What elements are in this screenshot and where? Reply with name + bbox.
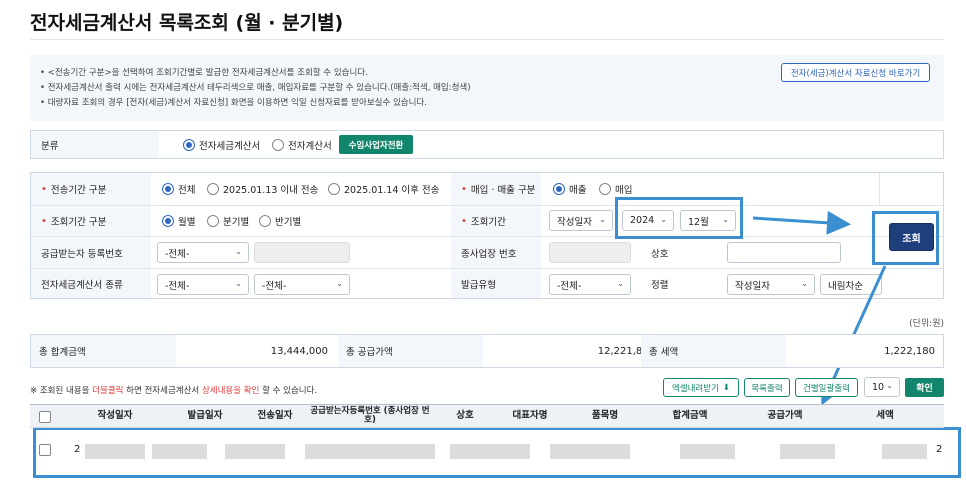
redacted-cell <box>550 444 630 459</box>
arrow-to-search <box>752 210 851 235</box>
redacted-cell <box>152 444 207 459</box>
col-header[interactable]: 품목명 <box>560 405 650 427</box>
tax-amount-label: 총 세액 <box>641 335 786 367</box>
excel-download-button[interactable]: 엑셀내려받기 ⬇ <box>663 378 739 397</box>
tax-amount-value: 1,222,180 <box>884 345 935 357</box>
row-last-char: 2 <box>936 444 943 455</box>
print-list-button[interactable]: 목록출력 <box>744 378 790 397</box>
download-icon: ⬇ <box>722 382 731 393</box>
supply-amount-value: 12,221,820 <box>597 345 655 357</box>
redacted-cell <box>450 444 530 459</box>
total-amount-value: 13,444,000 <box>270 345 328 357</box>
select-all-checkbox[interactable] <box>39 411 51 423</box>
redacted-cell <box>780 444 835 459</box>
table-row[interactable]: 2 2 <box>30 430 944 470</box>
table-header: 작성일자 발급일자 전송일자 공급받는자등록번호 (종사업장 번호) 상호 대표… <box>30 404 944 428</box>
totals-bar: 총 합계금액 13,444,000 총 공급가액 12,221,820 총 세액… <box>30 334 944 368</box>
col-header[interactable]: 발급일자 <box>170 405 240 427</box>
col-header[interactable]: 세액 <box>840 405 930 427</box>
col-header[interactable]: 공급가액 <box>730 405 840 427</box>
col-header[interactable]: 상호 <box>430 405 500 427</box>
double-click-hint: ※ 조회된 내용을 더블클릭 하면 전자세금계산서 상세내용을 확인 할 수 있… <box>30 386 318 396</box>
page-size-select[interactable]: 10 ⌄ <box>864 377 900 397</box>
col-header[interactable]: 공급받는자등록번호 (종사업장 번호) <box>310 405 430 427</box>
redacted-cell <box>680 444 735 459</box>
chevron-down-icon: ⌄ <box>886 381 893 390</box>
print-each-button[interactable]: 건별일괄출력 <box>795 378 858 397</box>
redacted-cell <box>85 444 145 459</box>
supply-amount-label: 총 공급가액 <box>338 335 483 367</box>
redacted-cell <box>305 444 435 459</box>
row-first-char: 2 <box>74 444 81 455</box>
confirm-button[interactable]: 확인 <box>905 378 944 397</box>
row-checkbox[interactable] <box>39 444 51 456</box>
redacted-cell <box>225 444 285 459</box>
col-header[interactable]: 전송일자 <box>240 405 310 427</box>
redacted-cell <box>882 444 927 459</box>
col-header[interactable]: 대표자명 <box>500 405 560 427</box>
col-header[interactable]: 합계금액 <box>650 405 730 427</box>
total-amount-label: 총 합계금액 <box>31 335 176 367</box>
unit-label: (단위:원) <box>909 319 944 329</box>
col-header[interactable]: 작성일자 <box>60 405 170 427</box>
